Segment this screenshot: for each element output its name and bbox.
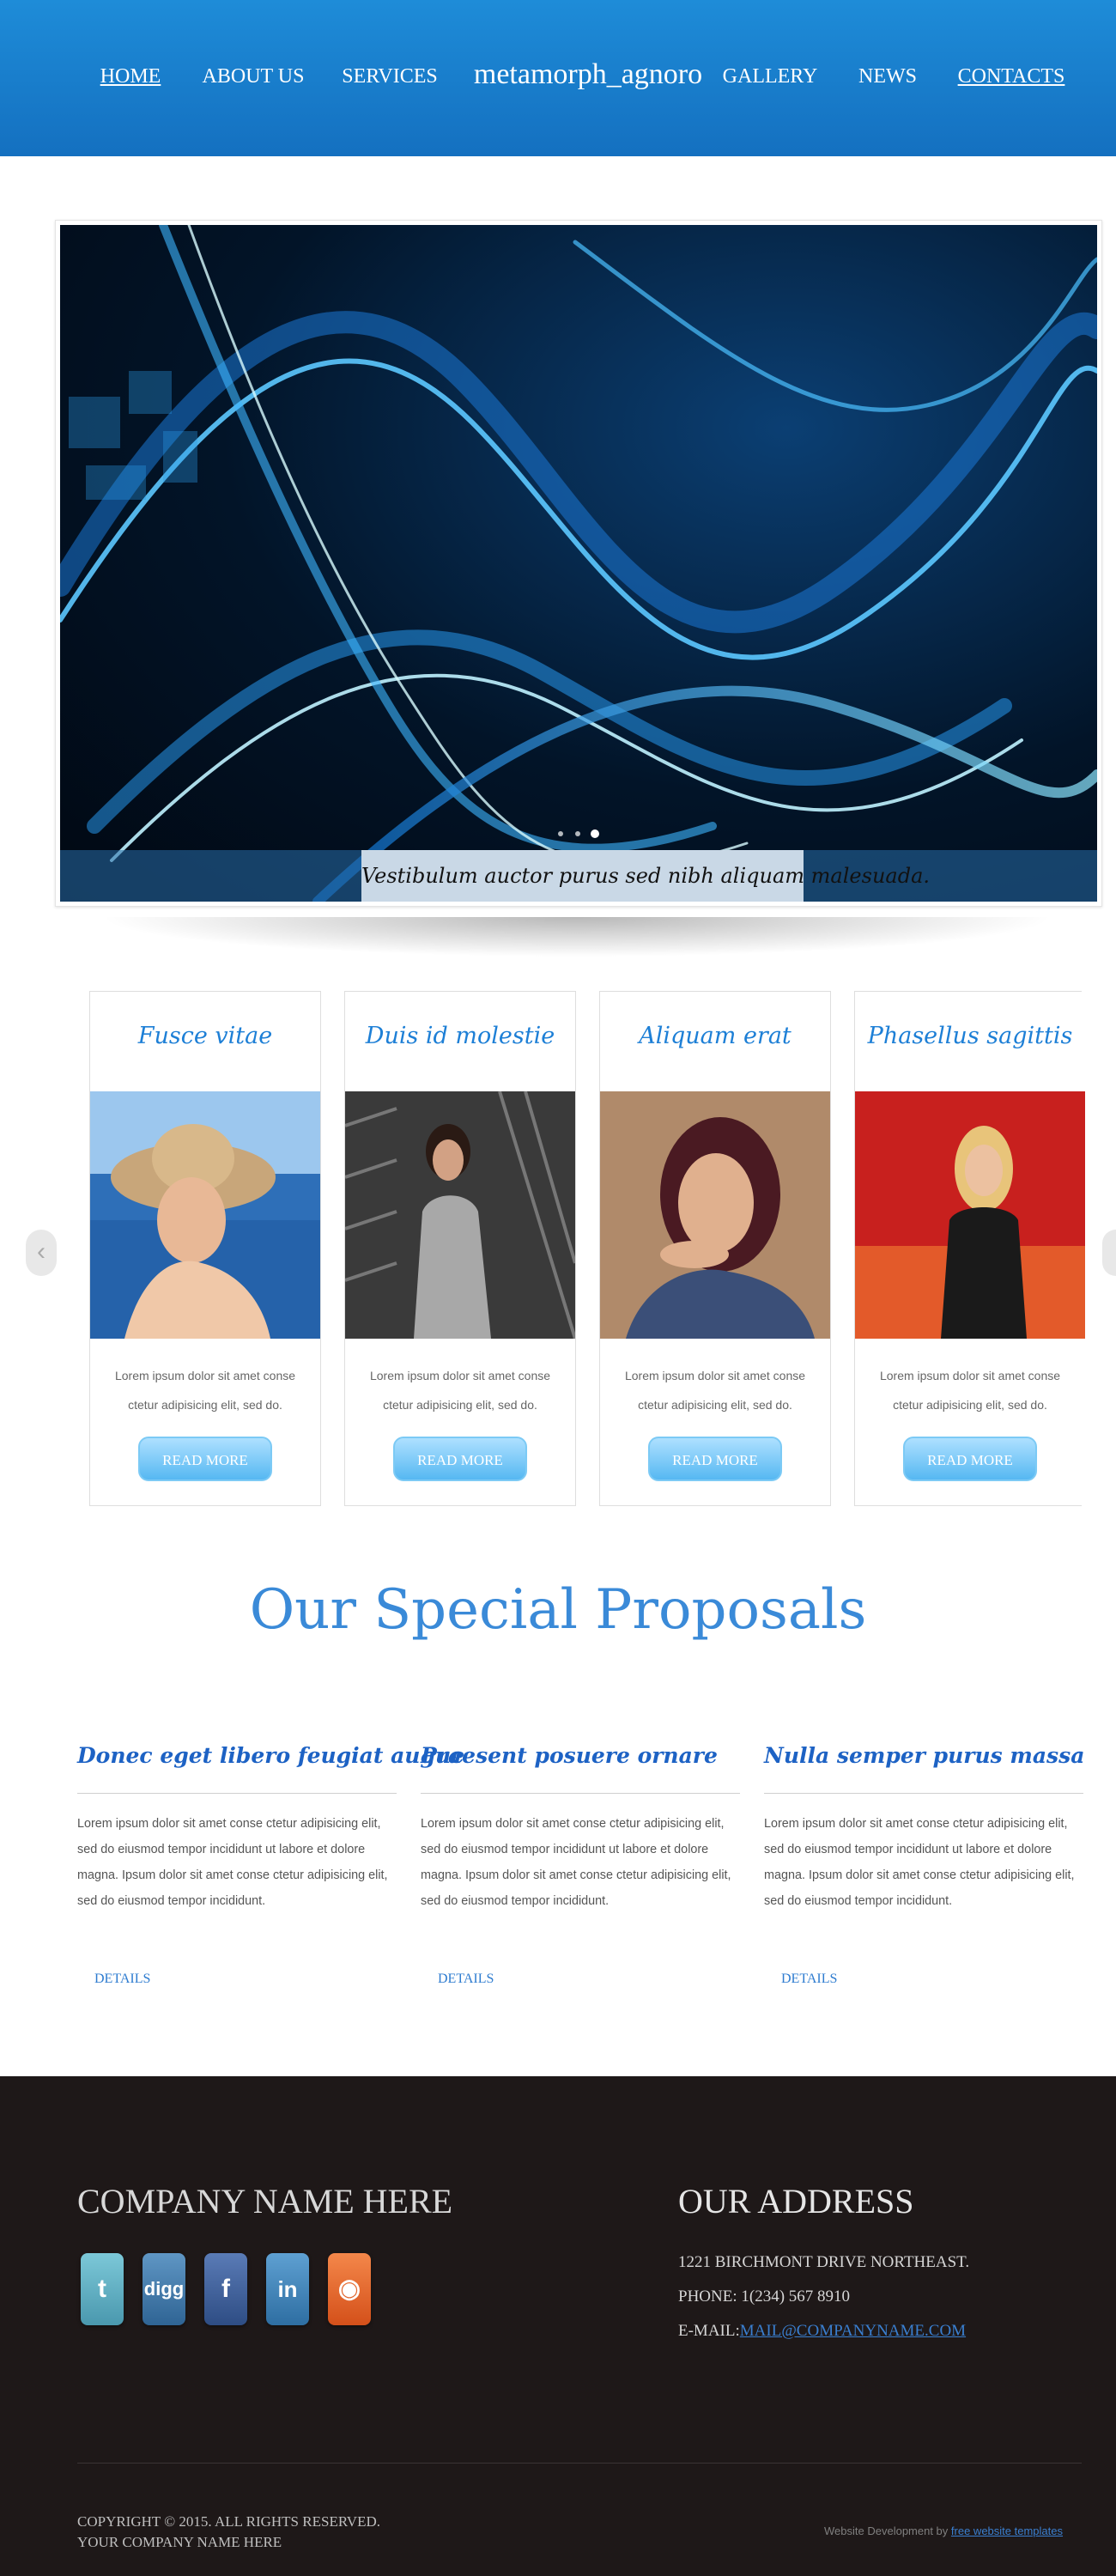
feature-card: Duis id molestie Lorem ipsum dolor sit a… xyxy=(344,991,576,1506)
proposal-item: Nulla semper purus massa Lorem ipsum dol… xyxy=(764,1743,1084,1986)
nav-gallery[interactable]: GALLERY xyxy=(723,65,818,88)
feature-card: Aliquam erat Lorem ipsum dolor sit amet … xyxy=(599,991,831,1506)
proposal-text: Lorem ipsum dolor sit amet conse ctetur … xyxy=(77,1817,388,1908)
copyright: COPYRIGHT © 2015. ALL RIGHTS RESERVED. Y… xyxy=(77,2512,380,2553)
copyright-company: YOUR COMPANY NAME HERE xyxy=(77,2534,282,2550)
card-title[interactable]: Phasellus sagittis xyxy=(855,1023,1085,1049)
nav-contacts[interactable]: CONTACTS xyxy=(958,65,1065,88)
read-more-button[interactable]: READ MORE xyxy=(648,1437,782,1481)
nav-services[interactable]: SERVICES xyxy=(342,65,437,88)
proposal-title[interactable]: Nulla semper purus massa xyxy=(764,1743,1084,1784)
carousel-prev-button[interactable]: ‹ xyxy=(26,1230,57,1276)
digg-icon[interactable]: digg xyxy=(143,2253,185,2325)
rss-icon[interactable]: ◉ xyxy=(328,2253,371,2325)
proposal-item: Praesent posuere ornare Lorem ipsum dolo… xyxy=(421,1743,740,1986)
nav-about-us[interactable]: ABOUT US xyxy=(203,65,305,88)
developer-credit: Website Development by free website temp… xyxy=(824,2524,1063,2537)
slider-dot-3[interactable] xyxy=(591,829,599,838)
footer-divider xyxy=(77,2463,1082,2464)
section-title: Our Special Proposals xyxy=(249,1578,867,1642)
card-title[interactable]: Duis id molestie xyxy=(345,1023,575,1049)
proposal-text: Lorem ipsum dolor sit amet conse ctetur … xyxy=(764,1817,1075,1908)
feature-card: Fusce vitae Lorem ipsum dolor sit amet c… xyxy=(89,991,321,1506)
slide-caption: Vestibulum auctor purus sed nibh aliquam… xyxy=(361,850,930,902)
read-more-button[interactable]: READ MORE xyxy=(903,1437,1037,1481)
address-line: 1221 BIRCHMONT DRIVE NORTHEAST. xyxy=(678,2253,970,2271)
footer-address-title: OUR ADDRESS xyxy=(678,2182,914,2221)
nav-home[interactable]: HOME xyxy=(100,65,161,88)
card-photo-woman-sofa[interactable] xyxy=(855,1091,1085,1339)
slide-image: Vestibulum auctor purus sed nibh aliquam… xyxy=(60,225,1097,902)
email-label: E-MAIL: xyxy=(678,2322,740,2340)
feature-card: Phasellus sagittis Lorem ipsum dolor sit… xyxy=(854,991,1085,1506)
slider-dot-1[interactable] xyxy=(558,831,563,836)
copyright-line: COPYRIGHT © 2015. ALL RIGHTS RESERVED. xyxy=(77,2513,380,2530)
details-link[interactable]: DETAILS xyxy=(781,1971,837,1987)
email-line: E-MAIL:MAIL@COMPANYNAME.COM xyxy=(678,2322,966,2341)
linkedin-icon[interactable]: in xyxy=(266,2253,309,2325)
nav-news[interactable]: NEWS xyxy=(858,65,917,88)
credit-prefix: Website Development by xyxy=(824,2524,949,2537)
proposal-text: Lorem ipsum dolor sit amet conse ctetur … xyxy=(421,1817,731,1908)
card-text: Lorem ipsum dolor sit amet conse ctetur … xyxy=(624,1369,806,1412)
divider xyxy=(421,1793,740,1794)
email-link[interactable]: MAIL@COMPANYNAME.COM xyxy=(740,2322,966,2340)
card-title[interactable]: Fusce vitae xyxy=(90,1023,320,1049)
card-photo-woman-stairs[interactable] xyxy=(345,1091,575,1339)
details-link[interactable]: DETAILS xyxy=(94,1971,150,1987)
slider-shadow xyxy=(62,917,1092,960)
proposal-title[interactable]: Praesent posuere ornare xyxy=(421,1743,740,1784)
divider xyxy=(764,1793,1083,1794)
abstract-waves-art xyxy=(60,225,1097,902)
slider-dot-2[interactable] xyxy=(575,831,580,836)
card-photo-woman-hat[interactable] xyxy=(90,1091,320,1339)
site-logo[interactable]: metamorph_agnoro xyxy=(474,58,702,91)
card-title[interactable]: Aliquam erat xyxy=(600,1023,830,1049)
read-more-button[interactable]: READ MORE xyxy=(138,1437,272,1481)
card-text: Lorem ipsum dolor sit amet conse ctetur … xyxy=(114,1369,296,1412)
footer-company-name: COMPANY NAME HERE xyxy=(77,2182,453,2221)
details-link[interactable]: DETAILS xyxy=(438,1971,494,1987)
read-more-button[interactable]: READ MORE xyxy=(393,1437,527,1481)
twitter-icon[interactable]: t xyxy=(81,2253,124,2325)
card-text: Lorem ipsum dolor sit amet conse ctetur … xyxy=(879,1369,1061,1412)
phone-line: PHONE: 1(234) 567 8910 xyxy=(678,2287,851,2306)
site-header: HOME ABOUT US SERVICES GALLERY NEWS CONT… xyxy=(0,0,1116,156)
hero-slider: Vestibulum auctor purus sed nibh aliquam… xyxy=(55,220,1102,907)
card-text: Lorem ipsum dolor sit amet conse ctetur … xyxy=(369,1369,551,1412)
card-photo-woman-portrait[interactable] xyxy=(600,1091,830,1339)
credit-link[interactable]: free website templates xyxy=(951,2524,1063,2537)
facebook-icon[interactable]: f xyxy=(204,2253,247,2325)
proposal-title[interactable]: Donec eget libero feugiat augue xyxy=(77,1743,464,1784)
proposal-item: Donec eget libero feugiat augue Lorem ip… xyxy=(77,1743,464,1986)
carousel-next-button[interactable] xyxy=(1102,1230,1116,1276)
divider xyxy=(77,1793,397,1794)
